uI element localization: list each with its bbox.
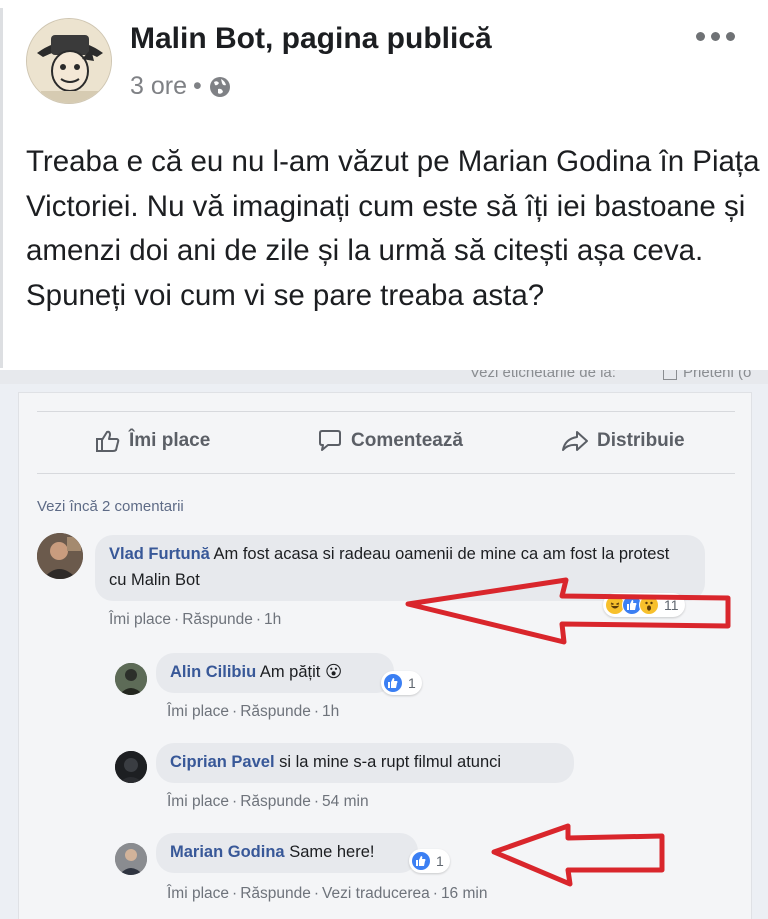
like-reaction-icon bbox=[383, 673, 403, 693]
comment-reply-link[interactable]: Răspunde bbox=[240, 793, 311, 810]
view-more-comments-link[interactable]: Vezi încă 2 comentarii bbox=[37, 498, 184, 515]
like-action-button[interactable]: Îmi place bbox=[95, 429, 210, 453]
actions-divider bbox=[37, 473, 735, 474]
comment-author[interactable]: Alin Cilibiu bbox=[170, 663, 256, 681]
top-divider bbox=[37, 411, 735, 412]
comment-author[interactable]: Ciprian Pavel bbox=[170, 753, 275, 771]
share-action-label: Distribuie bbox=[597, 430, 685, 451]
post-meta: 3 ore • bbox=[130, 72, 232, 101]
cartoon-avatar-icon bbox=[27, 19, 111, 103]
facebook-post: Malin Bot, pagina publică 3 ore • Treaba… bbox=[0, 0, 768, 919]
comment-bubble: Marian Godina Same here! bbox=[156, 833, 418, 873]
red-arrow-annotation bbox=[405, 577, 731, 645]
reaction-summary[interactable]: 1 bbox=[409, 849, 450, 873]
screenshot-top-strip: Vezi etichetarile de la: Prieteni (o bbox=[0, 370, 768, 384]
comment-bubble-icon bbox=[319, 430, 341, 451]
friends-filter-text: Prieteni (o bbox=[683, 370, 752, 381]
user-photo-icon bbox=[115, 663, 147, 695]
avatar[interactable] bbox=[115, 751, 147, 783]
user-photo-icon bbox=[115, 751, 147, 783]
avatar[interactable] bbox=[37, 533, 83, 579]
reaction-summary[interactable]: 1 bbox=[381, 671, 422, 695]
comment-like-link[interactable]: Îmi place bbox=[167, 793, 229, 810]
meta-separator: • bbox=[192, 72, 202, 100]
comment-text: Same here! bbox=[284, 843, 375, 861]
post-time[interactable]: 3 ore bbox=[130, 72, 187, 101]
comment-like-link[interactable]: Îmi place bbox=[167, 885, 229, 902]
comment-actions: Îmi place · Răspunde · Vezi traducerea · 16 mi… bbox=[167, 885, 488, 902]
like-action-label: Îmi place bbox=[129, 430, 211, 451]
checkbox-icon bbox=[663, 370, 677, 380]
share-arrow-icon bbox=[562, 431, 588, 451]
comment-action-label: Comentează bbox=[351, 430, 463, 451]
reaction-count: 1 bbox=[408, 675, 416, 691]
comment-author[interactable]: Marian Godina bbox=[170, 843, 285, 861]
post-left-border bbox=[0, 8, 3, 368]
comment-time[interactable]: 54 min bbox=[322, 793, 369, 810]
comment-actions: Îmi place · Răspunde · 1h bbox=[167, 703, 340, 720]
comment-reply-link[interactable]: Răspunde bbox=[240, 703, 311, 720]
comment-like-link[interactable]: Îmi place bbox=[109, 611, 171, 628]
like-reaction-icon bbox=[411, 851, 431, 871]
globe-icon bbox=[209, 76, 230, 97]
comment-time[interactable]: 1h bbox=[264, 611, 281, 628]
thumbs-up-icon bbox=[96, 430, 120, 452]
avatar[interactable] bbox=[115, 843, 147, 875]
comment-action-button[interactable]: Comentează bbox=[317, 429, 463, 453]
more-options-icon[interactable] bbox=[696, 26, 740, 46]
comment-author[interactable]: Vlad Furtună bbox=[109, 545, 210, 563]
embedded-screenshot: Vezi etichetarile de la: Prieteni (o Îmi… bbox=[0, 370, 768, 919]
comment-time[interactable]: 16 min bbox=[441, 885, 488, 902]
reaction-count: 1 bbox=[436, 853, 444, 869]
comment-bubble: Ciprian Pavel si la mine s-a rupt filmul… bbox=[156, 743, 574, 783]
tag-filter-text: Vezi etichetarile de la: bbox=[470, 370, 616, 381]
user-photo-icon bbox=[37, 533, 83, 579]
comment-actions: Îmi place · Răspunde · 1h bbox=[109, 611, 282, 628]
avatar[interactable] bbox=[115, 663, 147, 695]
share-action-button[interactable]: Distribuie bbox=[561, 429, 685, 453]
user-photo-icon bbox=[115, 843, 147, 875]
red-arrow-annotation bbox=[491, 823, 665, 887]
comment-reply-link[interactable]: Răspunde bbox=[182, 611, 253, 628]
comment-like-link[interactable]: Îmi place bbox=[167, 703, 229, 720]
comment-bubble: Alin Cilibiu Am pățit 😮 bbox=[156, 653, 394, 693]
comment-text: si la mine s-a rupt filmul atunci bbox=[274, 753, 502, 771]
comment-reply-link[interactable]: Răspunde bbox=[240, 885, 311, 902]
comment-actions: Îmi place · Răspunde · 54 min bbox=[167, 793, 369, 810]
comment-text: Am pățit 😮 bbox=[256, 663, 343, 681]
post-text: Treaba e că eu nu l-am văzut pe Marian G… bbox=[26, 145, 760, 312]
comment-translate-link[interactable]: Vezi traducerea bbox=[322, 885, 430, 902]
page-avatar[interactable] bbox=[26, 18, 112, 104]
comment-time[interactable]: 1h bbox=[322, 703, 339, 720]
page-name[interactable]: Malin Bot, pagina publică bbox=[130, 22, 492, 56]
